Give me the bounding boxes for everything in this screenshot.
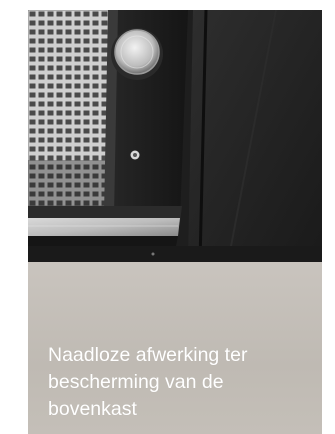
product-photo-card: Naadloze afwerking ter bescherming van d…: [28, 10, 322, 434]
cooker-hood-illustration: [28, 10, 322, 262]
cooker-hood-photo: [28, 10, 322, 262]
caption-text: Naadloze afwerking ter bescherming van d…: [48, 344, 248, 420]
